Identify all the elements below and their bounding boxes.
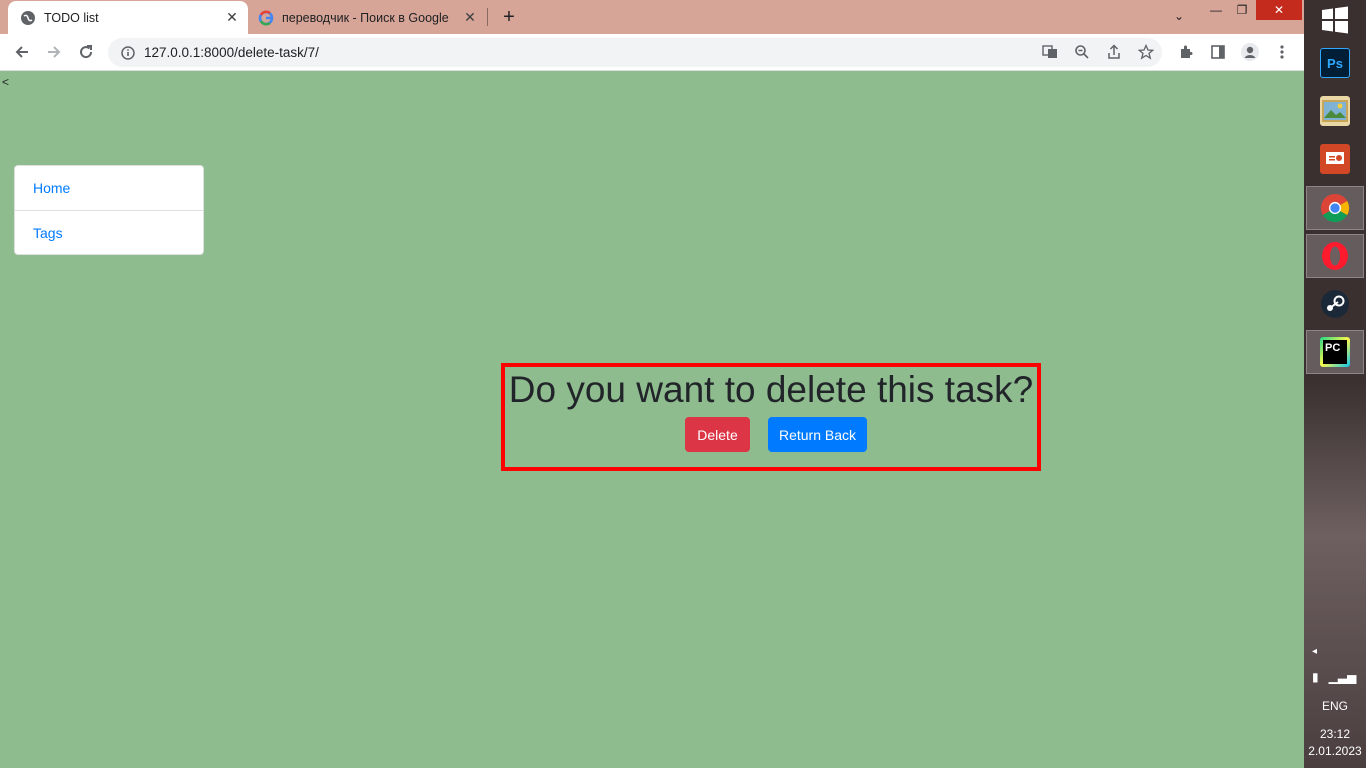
taskbar-app-steam[interactable] [1306,282,1364,326]
address-bar[interactable]: 127.0.0.1:8000/delete-task/7/ [108,38,1162,67]
taskbar-app-chrome[interactable] [1306,186,1364,230]
menu-kebab-icon[interactable] [1268,38,1296,66]
delete-confirmation: Do you want to delete this task? Delete … [501,363,1041,471]
tab-todo-list[interactable]: TODO list ✕ [8,1,248,34]
forward-icon[interactable] [40,38,68,66]
pycharm-icon: PC [1320,337,1350,367]
clock-time: 23:12 [1319,727,1351,741]
restore-icon[interactable]: ❐ [1229,0,1255,20]
translate-icon[interactable] [1036,38,1064,66]
reload-icon[interactable] [72,38,100,66]
taskbar-app-photoshop[interactable]: Ps [1306,41,1364,85]
extensions-icon[interactable] [1172,38,1200,66]
system-tray: ▮ ▁▃▅ [1312,670,1356,684]
url-text: 127.0.0.1:8000/delete-task/7/ [144,45,319,60]
powerpoint-icon [1320,144,1350,174]
steam-icon [1320,289,1350,319]
new-tab-icon[interactable]: + [496,5,522,29]
taskbar-app-pycharm[interactable]: PC [1306,330,1364,374]
delete-button[interactable]: Delete [685,417,750,452]
browser-window: TODO list ✕ переводчик - Поиск в Google … [0,0,1304,768]
info-icon[interactable] [114,45,142,60]
stray-text: < [2,75,10,89]
profile-avatar-icon[interactable] [1236,38,1264,66]
return-back-button[interactable]: Return Back [768,417,867,452]
tab-close-icon[interactable]: ✕ [222,8,242,28]
chevron-down-icon[interactable]: ⌄ [1166,6,1192,26]
share-icon[interactable] [1100,38,1128,66]
google-icon [258,10,274,26]
tab-strip: TODO list ✕ переводчик - Поиск в Google … [0,0,1304,34]
taskbar-app-photos[interactable] [1306,89,1364,133]
close-window-icon[interactable]: ✕ [1256,0,1302,20]
tab-close-icon[interactable]: ✕ [460,8,480,28]
tab-title: TODO list [44,10,99,25]
photoshop-icon: Ps [1320,48,1350,78]
language-indicator[interactable]: ENG [1304,699,1366,713]
side-panel-icon[interactable] [1204,38,1232,66]
minimize-icon[interactable]: — [1202,0,1230,20]
pycharm-label: PC [1323,340,1347,364]
browser-toolbar: 127.0.0.1:8000/delete-task/7/ [0,34,1304,71]
sidebar-nav: Home Tags [14,165,204,255]
opera-icon [1320,241,1350,271]
globe-icon [20,10,36,26]
clock-date: 2.01.2023 [1308,744,1362,758]
bookmark-star-icon[interactable] [1132,38,1160,66]
network-icon[interactable]: ▁▃▅ [1329,670,1357,684]
back-icon[interactable] [8,38,36,66]
taskbar-app-opera[interactable] [1306,234,1364,278]
photos-icon [1320,96,1350,126]
windows-start-icon[interactable] [1321,6,1349,34]
tab-google-search[interactable]: переводчик - Поиск в Google ✕ [250,1,486,34]
tray-expand-icon[interactable]: ◂ [1312,646,1317,657]
confirm-heading: Do you want to delete this task? [508,369,1034,410]
tab-separator [487,8,488,26]
chrome-icon [1320,193,1350,223]
page-content: < Home Tags Do you want to delete this t… [0,71,1304,768]
tab-title: переводчик - Поиск в Google [282,10,449,25]
taskbar-app-powerpoint[interactable] [1306,137,1364,181]
windows-taskbar: Ps PC ◂ ▮ ▁▃▅ ENG 23:12 2.01.2023 [1304,0,1366,768]
zoom-icon[interactable] [1068,38,1096,66]
battery-icon[interactable]: ▮ [1312,670,1319,684]
nav-link-home[interactable]: Home [15,166,203,210]
clock[interactable]: 23:12 2.01.2023 [1304,726,1366,760]
nav-link-tags[interactable]: Tags [15,210,203,254]
